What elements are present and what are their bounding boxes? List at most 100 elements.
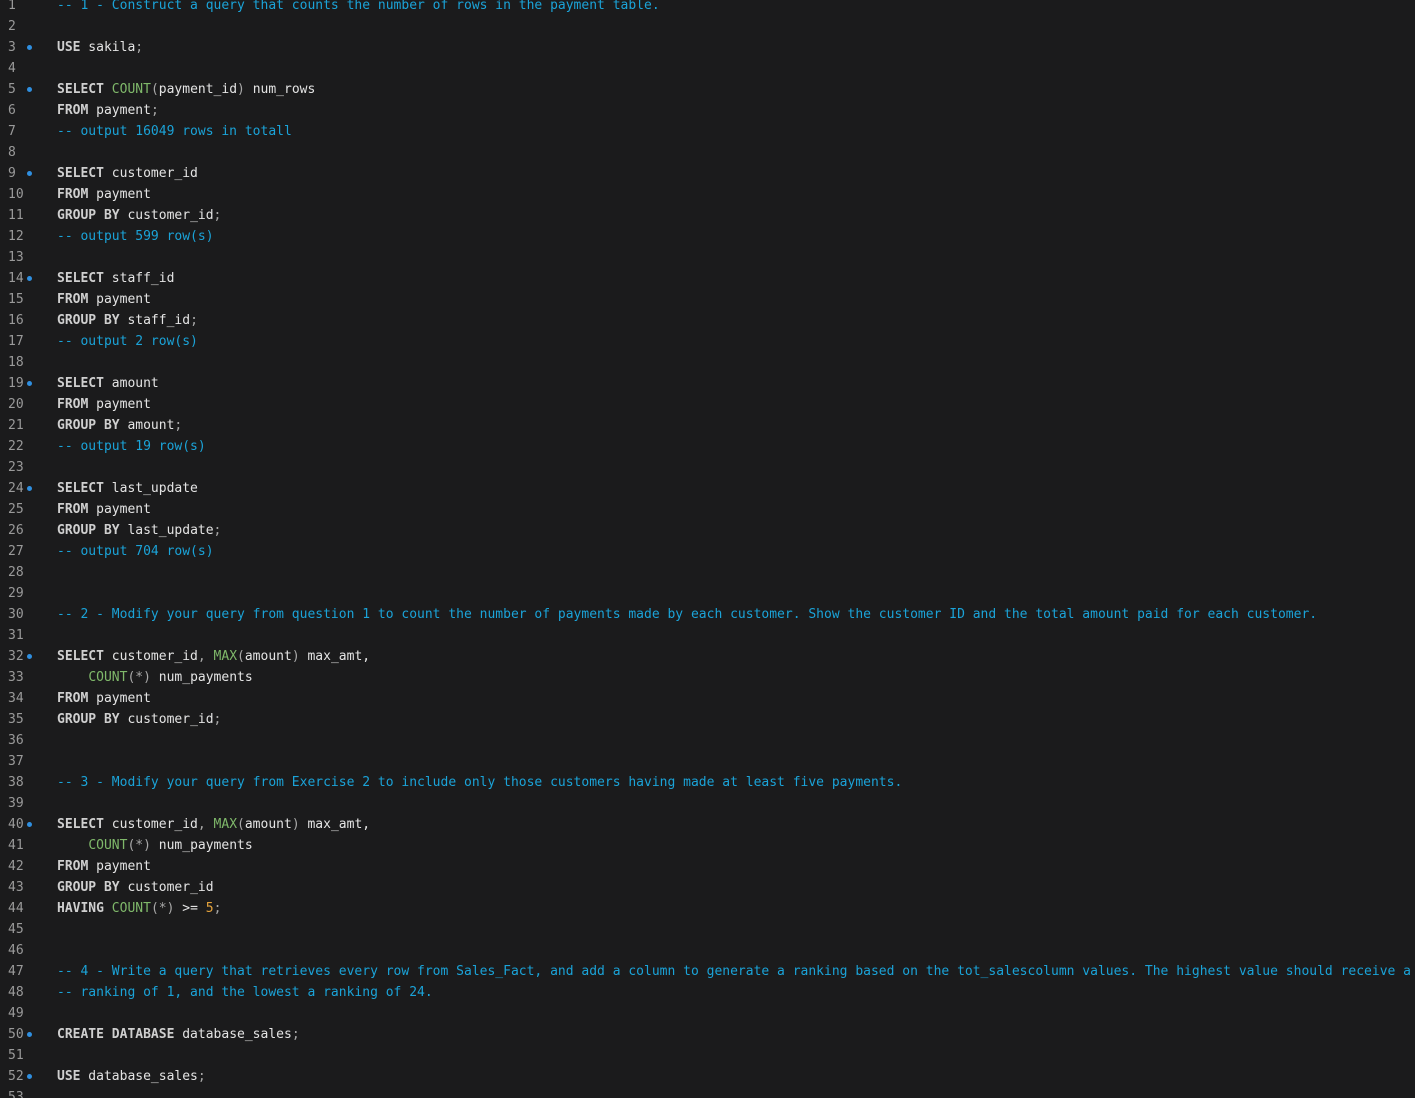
line-number: 22 (8, 439, 24, 454)
code-token: ; (213, 208, 222, 223)
code-line[interactable]: 36 (0, 730, 1415, 751)
line-number: 18 (8, 355, 24, 370)
code-line[interactable]: 33 COUNT(*) num_payments (0, 667, 1415, 688)
code-token: FROM (57, 292, 89, 307)
statement-marker-icon[interactable] (27, 171, 32, 176)
code-line[interactable]: 27 -- output 704 row(s) (0, 541, 1415, 562)
code-line[interactable]: 48 -- ranking of 1, and the lowest a rank… (0, 982, 1415, 1003)
code-line[interactable]: 12 -- output 599 row(s) (0, 226, 1415, 247)
code-text: GROUP BY last_update; (57, 520, 221, 541)
line-number: 9 (8, 166, 16, 181)
code-line[interactable]: 30 -- 2 - Modify your query from question… (0, 604, 1415, 625)
code-line[interactable]: 19 SELECT amount (0, 373, 1415, 394)
code-line[interactable]: 50 CREATE DATABASE database_sales; (0, 1024, 1415, 1045)
code-token: payment (88, 502, 151, 517)
code-line[interactable]: 14 SELECT staff_id (0, 268, 1415, 289)
code-line[interactable]: 4 (0, 58, 1415, 79)
code-line[interactable]: 11 GROUP BY customer_id; (0, 205, 1415, 226)
code-line[interactable]: 9 SELECT customer_id (0, 163, 1415, 184)
statement-marker-icon[interactable] (27, 45, 32, 50)
code-token: SELECT (57, 649, 104, 664)
code-line[interactable]: 3 USE sakila; (0, 37, 1415, 58)
code-line[interactable]: 28 (0, 562, 1415, 583)
code-text: SELECT customer_id (57, 163, 198, 184)
code-line[interactable]: 31 (0, 625, 1415, 646)
code-line[interactable]: 52 USE database_sales; (0, 1066, 1415, 1087)
line-number: 36 (8, 733, 24, 748)
code-line[interactable]: 10 FROM payment (0, 184, 1415, 205)
statement-marker-icon[interactable] (27, 822, 32, 827)
code-line[interactable]: 5 SELECT COUNT(payment_id) num_rows (0, 79, 1415, 100)
code-line[interactable]: 6 FROM payment; (0, 100, 1415, 121)
statement-marker-icon[interactable] (27, 276, 32, 281)
code-line[interactable]: 7 -- output 16049 rows in totall (0, 121, 1415, 142)
code-line[interactable]: 15 FROM payment (0, 289, 1415, 310)
code-token: 5 (205, 901, 214, 916)
code-text: -- output 19 row(s) (57, 436, 206, 457)
code-text: COUNT(*) num_payments (57, 835, 253, 856)
code-line[interactable]: 51 (0, 1045, 1415, 1066)
code-line[interactable]: 49 (0, 1003, 1415, 1024)
code-text: USE sakila; (57, 37, 143, 58)
code-line[interactable]: 8 (0, 142, 1415, 163)
code-line[interactable]: 16 GROUP BY staff_id; (0, 310, 1415, 331)
code-line[interactable]: 24 SELECT last_update (0, 478, 1415, 499)
code-line[interactable]: 43 GROUP BY customer_id (0, 877, 1415, 898)
statement-marker-icon[interactable] (27, 87, 32, 92)
code-line[interactable]: 47 -- 4 - Write a query that retrieves ev… (0, 961, 1415, 982)
line-number: 48 (8, 985, 24, 1000)
code-text: GROUP BY customer_id (57, 877, 214, 898)
line-number: 4 (8, 61, 16, 76)
code-token: FROM (57, 103, 89, 118)
line-number: 29 (8, 586, 24, 601)
statement-marker-icon[interactable] (27, 1032, 32, 1037)
code-text: -- 4 - Write a query that retrieves ever… (57, 961, 1411, 982)
line-number: 38 (8, 775, 24, 790)
code-line[interactable]: 22 -- output 19 row(s) (0, 436, 1415, 457)
code-line[interactable]: 40 SELECT customer_id, MAX(amount) max_am… (0, 814, 1415, 835)
code-token: SELECT (57, 166, 104, 181)
statement-marker-icon[interactable] (27, 654, 32, 659)
code-token: num_payments (150, 838, 253, 853)
code-line[interactable]: 13 (0, 247, 1415, 268)
code-line[interactable]: 35 GROUP BY customer_id; (0, 709, 1415, 730)
line-number: 27 (8, 544, 24, 559)
code-line[interactable]: 34 FROM payment (0, 688, 1415, 709)
code-line[interactable]: 25 FROM payment (0, 499, 1415, 520)
code-token: -- ranking of 1, and the lowest a rankin… (57, 985, 433, 1000)
code-line[interactable]: 45 (0, 919, 1415, 940)
code-text: -- output 16049 rows in totall (57, 121, 292, 142)
statement-marker-icon[interactable] (27, 1074, 32, 1079)
code-line[interactable]: 46 (0, 940, 1415, 961)
statement-marker-icon[interactable] (27, 486, 32, 491)
code-line[interactable]: 32 SELECT customer_id, MAX(amount) max_am… (0, 646, 1415, 667)
code-token: customer_id (103, 649, 198, 664)
line-number: 42 (8, 859, 24, 874)
code-line[interactable]: 23 (0, 457, 1415, 478)
code-text: SELECT amount (57, 373, 159, 394)
line-number: 6 (8, 103, 16, 118)
code-text: FROM payment (57, 289, 151, 310)
sql-editor[interactable]: 1 -- 1 - Construct a query that counts th… (0, 0, 1415, 1098)
code-text: FROM payment (57, 184, 151, 205)
code-token: ; (174, 418, 183, 433)
code-line[interactable]: 1 -- 1 - Construct a query that counts th… (0, 0, 1415, 16)
code-token: GROUP BY (57, 208, 120, 223)
code-line[interactable]: 17 -- output 2 row(s) (0, 331, 1415, 352)
line-number: 21 (8, 418, 24, 433)
code-line[interactable]: 39 (0, 793, 1415, 814)
code-line[interactable]: 38 -- 3 - Modify your query from Exercise… (0, 772, 1415, 793)
code-line[interactable]: 21 GROUP BY amount; (0, 415, 1415, 436)
code-token: ; (190, 313, 198, 328)
code-line[interactable]: 2 (0, 16, 1415, 37)
code-line[interactable]: 26 GROUP BY last_update; (0, 520, 1415, 541)
code-line[interactable]: 29 (0, 583, 1415, 604)
code-line[interactable]: 20 FROM payment (0, 394, 1415, 415)
code-line[interactable]: 37 (0, 751, 1415, 772)
code-line[interactable]: 41 COUNT(*) num_payments (0, 835, 1415, 856)
statement-marker-icon[interactable] (27, 381, 32, 386)
code-line[interactable]: 44 HAVING COUNT(*) >= 5; (0, 898, 1415, 919)
code-line[interactable]: 42 FROM payment (0, 856, 1415, 877)
code-line[interactable]: 18 (0, 352, 1415, 373)
code-line[interactable]: 53 (0, 1087, 1415, 1098)
